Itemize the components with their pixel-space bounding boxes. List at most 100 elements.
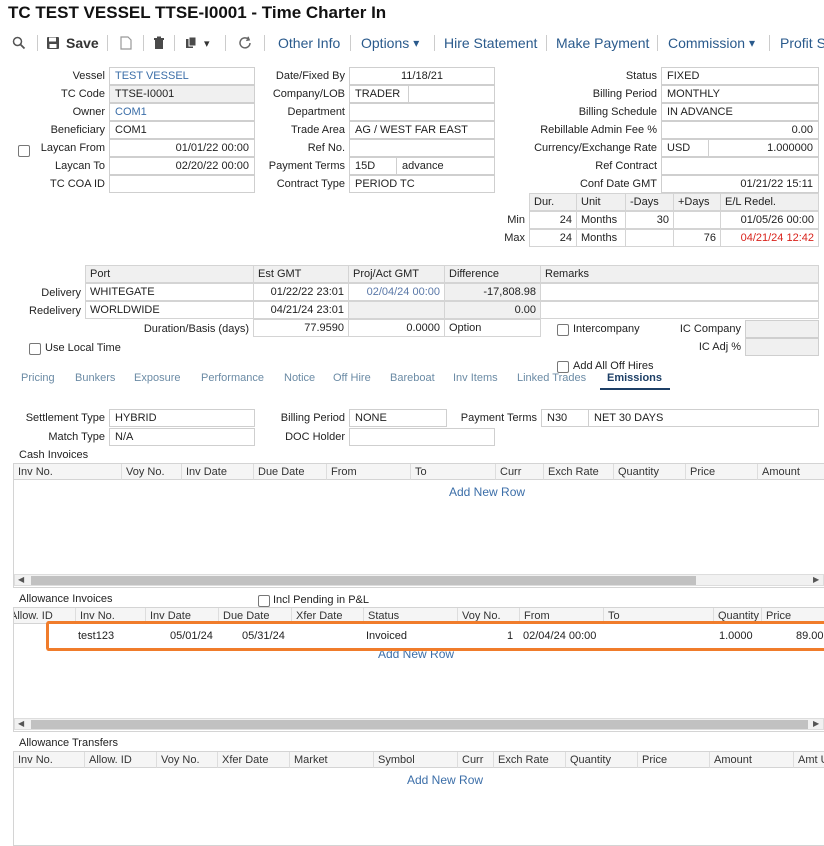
owner-field[interactable]: COM1 (109, 103, 255, 121)
allowance-invoices-scrollbar[interactable]: ◀ ▶ (14, 718, 824, 730)
xfer-amt-usd-header[interactable]: Amt U (794, 752, 824, 768)
duration-basis-cell[interactable]: 0.0000 (348, 319, 445, 337)
xfer-symbol-header[interactable]: Symbol (374, 752, 458, 768)
settlement-type-field[interactable]: HYBRID (109, 409, 255, 427)
xfer-curr-header[interactable]: Curr (458, 752, 494, 768)
match-type-field[interactable]: N/A (109, 428, 255, 446)
max-plus-days-cell[interactable]: 76 (673, 229, 721, 247)
xfer-quantity-header[interactable]: Quantity (566, 752, 638, 768)
min-plus-days-cell[interactable] (673, 211, 721, 229)
ic-company-field[interactable] (745, 320, 819, 338)
redelivery-port-cell[interactable]: WORLDWIDE (85, 301, 254, 319)
beneficiary-field[interactable]: COM1 (109, 121, 255, 139)
scrollbar-thumb[interactable] (31, 576, 696, 585)
vessel-field[interactable]: TEST VESSEL (109, 67, 255, 85)
doc-holder-field[interactable] (349, 428, 495, 446)
tab-performance[interactable]: Performance (201, 372, 264, 384)
emissions-payment-terms-code-field[interactable]: N30 (541, 409, 589, 427)
min-minus-days-cell[interactable]: 30 (625, 211, 674, 229)
tab-notice[interactable]: Notice (284, 372, 315, 384)
trade-area-field[interactable]: AG / WEST FAR EAST (349, 121, 495, 139)
hire-statement-button[interactable]: Hire Statement (444, 30, 537, 56)
tab-emissions[interactable]: Emissions (607, 372, 662, 384)
commission-menu[interactable]: Commission ▾ (668, 30, 755, 56)
cash-from-header[interactable]: From (327, 464, 411, 480)
max-dur-cell[interactable]: 24 (529, 229, 577, 247)
xfer-inv-no-header[interactable]: Inv No. (14, 752, 85, 768)
tc-coa-field[interactable] (109, 175, 255, 193)
contract-type-field[interactable]: PERIOD TC (349, 175, 495, 193)
ref-no-field[interactable] (349, 139, 495, 157)
tab-bareboat[interactable]: Bareboat (390, 372, 435, 384)
billing-schedule-field[interactable]: IN ADVANCE (661, 103, 819, 121)
use-local-time-checkbox[interactable] (29, 343, 41, 355)
redelivery-proj-act-cell[interactable] (348, 301, 445, 319)
cash-add-new-row-link[interactable]: Add New Row (449, 485, 525, 499)
status-field[interactable]: FIXED (661, 67, 819, 85)
tab-linked-trades[interactable]: Linked Trades (517, 372, 586, 384)
xfer-exch-rate-header[interactable]: Exch Rate (494, 752, 566, 768)
cash-quantity-header[interactable]: Quantity (614, 464, 686, 480)
laycan-checkbox[interactable] (18, 145, 30, 157)
laycan-from-field[interactable]: 01/01/22 00:00 (109, 139, 255, 157)
tc-code-field[interactable]: TTSE-I0001 (109, 85, 255, 103)
admin-fee-field[interactable]: 0.00 (661, 121, 819, 139)
min-el-redel-cell[interactable]: 01/05/26 00:00 (720, 211, 819, 229)
tab-off-hire[interactable]: Off Hire (333, 372, 371, 384)
max-unit-cell[interactable]: Months (576, 229, 626, 247)
cash-inv-date-header[interactable]: Inv Date (182, 464, 254, 480)
cash-due-date-header[interactable]: Due Date (254, 464, 327, 480)
search-icon[interactable] (12, 30, 26, 56)
table-row[interactable] (46, 621, 824, 651)
emissions-payment-terms-field[interactable]: NET 30 DAYS (588, 409, 819, 427)
xfer-price-header[interactable]: Price (638, 752, 710, 768)
intercompany-checkbox[interactable] (557, 324, 569, 336)
max-minus-days-cell[interactable] (625, 229, 674, 247)
currency-field[interactable]: USD (661, 139, 709, 157)
date-fixed-field[interactable]: 11/18/21 (349, 67, 495, 85)
option-cell[interactable]: Option (444, 319, 541, 337)
scroll-right-icon[interactable]: ▶ (813, 575, 819, 584)
tab-inv-items[interactable]: Inv Items (453, 372, 498, 384)
laycan-to-field[interactable]: 02/20/22 00:00 (109, 157, 255, 175)
scroll-left-icon[interactable]: ◀ (18, 575, 24, 584)
min-unit-cell[interactable]: Months (576, 211, 626, 229)
redelivery-remarks-cell[interactable] (540, 301, 819, 319)
ic-adj-field[interactable] (745, 338, 819, 356)
options-menu[interactable]: Options ▾ (361, 30, 419, 56)
payment-terms-code-field[interactable]: 15D (349, 157, 397, 175)
delivery-proj-act-cell[interactable]: 02/04/24 00:00 (348, 283, 445, 301)
xfer-voy-no-header[interactable]: Voy No. (157, 752, 218, 768)
cash-exch-rate-header[interactable]: Exch Rate (544, 464, 614, 480)
emissions-billing-period-field[interactable]: NONE (349, 409, 447, 427)
redelivery-est-gmt-cell[interactable]: 04/21/24 23:01 (253, 301, 349, 319)
cash-amount-header[interactable]: Amount (758, 464, 824, 480)
tab-exposure[interactable]: Exposure (134, 372, 180, 384)
other-info-button[interactable]: Other Info (278, 30, 340, 56)
profit-share-button[interactable]: Profit S (780, 30, 824, 56)
scroll-right-icon[interactable]: ▶ (813, 719, 819, 728)
transfers-add-new-row-link[interactable]: Add New Row (407, 773, 483, 787)
cash-voy-no-header[interactable]: Voy No. (122, 464, 182, 480)
cash-curr-header[interactable]: Curr (496, 464, 544, 480)
department-field[interactable] (349, 103, 495, 121)
tab-bunkers[interactable]: Bunkers (75, 372, 115, 384)
cash-to-header[interactable]: To (411, 464, 496, 480)
delivery-est-gmt-cell[interactable]: 01/22/22 23:01 (253, 283, 349, 301)
min-dur-cell[interactable]: 24 (529, 211, 577, 229)
exchange-rate-field[interactable]: 1.000000 (708, 139, 819, 157)
refresh-icon[interactable] (238, 30, 252, 56)
scrollbar-thumb[interactable] (31, 720, 808, 729)
xfer-allow-id-header[interactable]: Allow. ID (85, 752, 157, 768)
xfer-amount-header[interactable]: Amount (710, 752, 794, 768)
tab-pricing[interactable]: Pricing (21, 372, 55, 384)
company-field[interactable]: TRADER (349, 85, 409, 103)
cash-price-header[interactable]: Price (686, 464, 758, 480)
payment-terms-field[interactable]: advance (396, 157, 495, 175)
lob-field[interactable] (408, 85, 495, 103)
delivery-port-cell[interactable]: WHITEGATE (85, 283, 254, 301)
cash-inv-no-header[interactable]: Inv No. (14, 464, 122, 480)
document-icon[interactable] (120, 30, 132, 56)
copy-menu-icon[interactable]: ▾ (185, 30, 210, 56)
max-el-redel-cell[interactable]: 04/21/24 12:42 (720, 229, 819, 247)
